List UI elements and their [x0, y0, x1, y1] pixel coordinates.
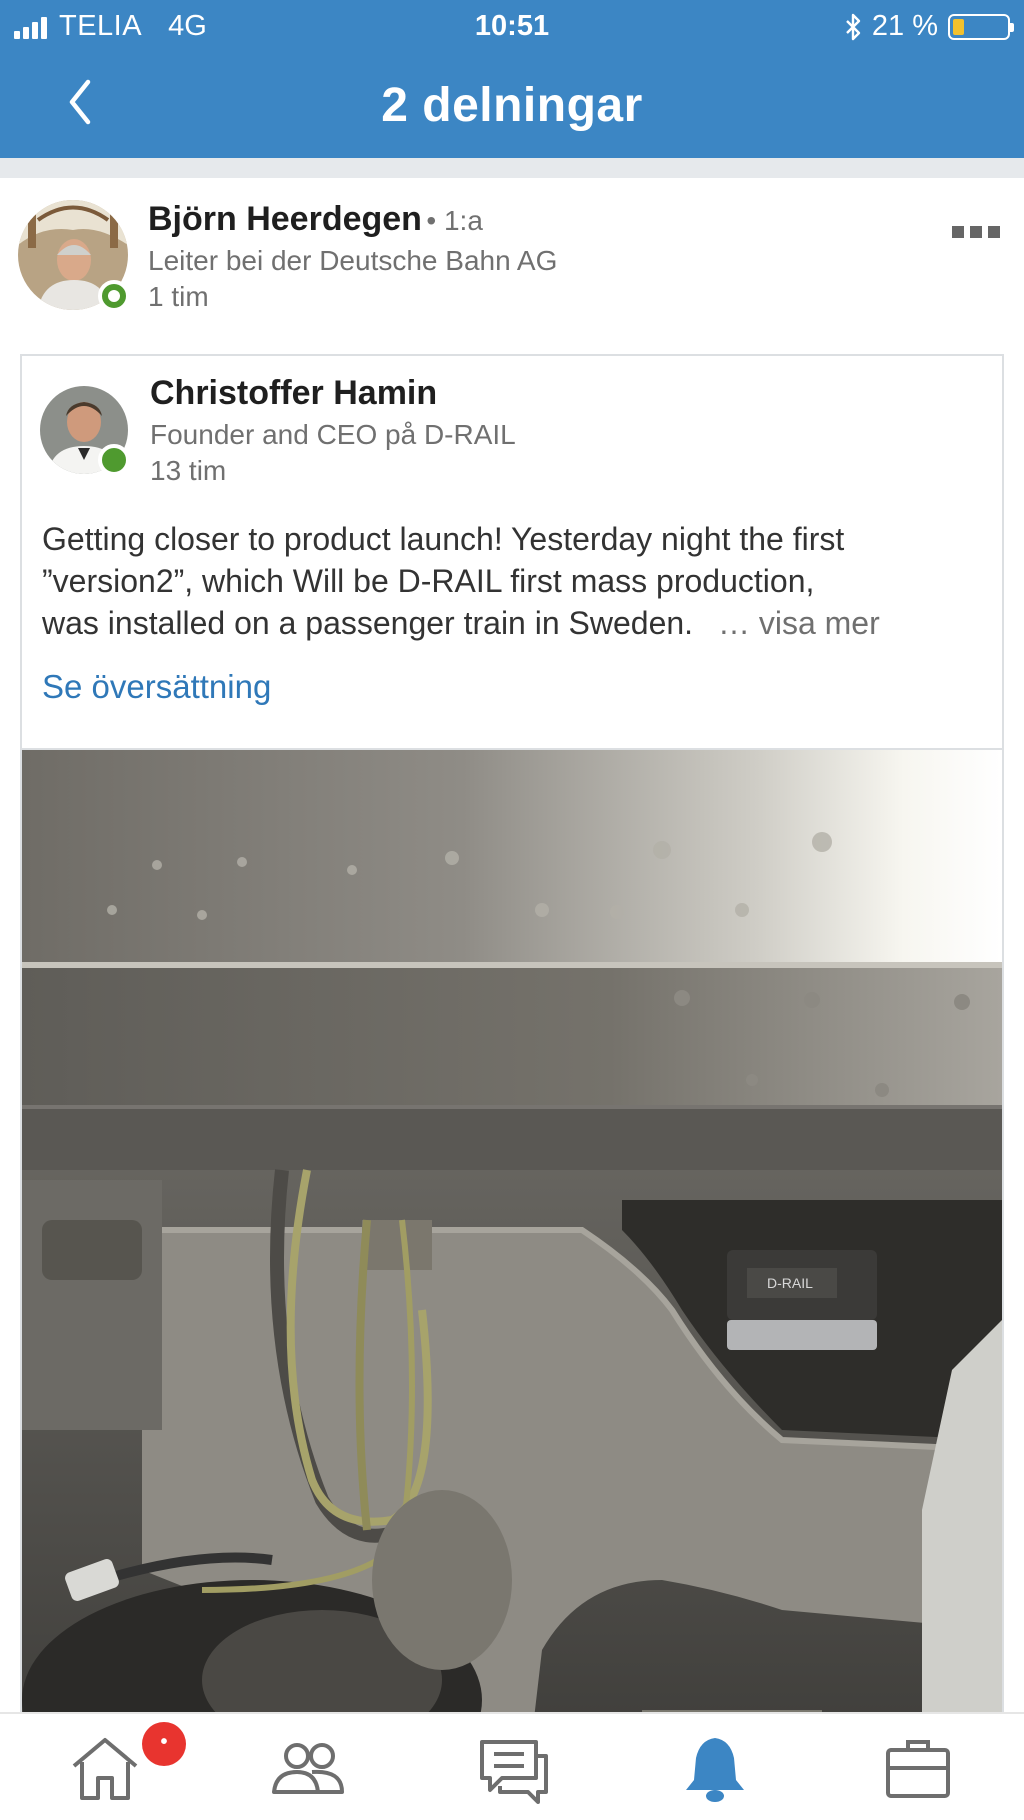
online-status-icon: [98, 280, 130, 312]
more-dot-icon: [970, 226, 982, 238]
post-text-line: Getting closer to product launch! Yester…: [42, 521, 845, 557]
battery-level: [953, 18, 964, 35]
share-time: 1 tim: [148, 281, 209, 312]
bell-icon: [686, 1738, 744, 1802]
tab-jobs[interactable]: [874, 1734, 964, 1804]
messaging-icon: [480, 1740, 548, 1804]
post-time: 13 tim: [150, 455, 227, 486]
bluetooth-icon: [846, 13, 861, 40]
home-icon: [72, 1738, 138, 1800]
status-right: 21 %: [844, 10, 1014, 43]
battery-percent: 21 %: [871, 10, 938, 42]
online-status-icon: [98, 444, 130, 476]
more-dot-icon: [952, 226, 964, 238]
post-text-line: ”version2”, which Will be D-RAIL first m…: [42, 563, 815, 599]
navigation-bar: 2 delningar: [0, 52, 1024, 158]
tab-messaging[interactable]: [466, 1734, 556, 1804]
author-avatar[interactable]: [40, 386, 130, 476]
sharer-headline: Leiter bei der Deutsche Bahn AG: [148, 245, 558, 276]
sharer-info: Björn Heerdegen • 1:a Leiter bei der Deu…: [148, 200, 557, 313]
app-header: TELIA 4G 10:51 21 % 2 delningar: [0, 0, 1024, 158]
translate-link[interactable]: Se översättning: [42, 668, 271, 706]
d-rail-device: D-RAIL: [727, 1250, 877, 1350]
battery-icon: [948, 13, 1014, 40]
post-text-line: was installed on a passenger train in Sw…: [42, 605, 694, 641]
status-bar: TELIA 4G 10:51 21 %: [0, 0, 1024, 52]
connection-degree: • 1:a: [426, 205, 483, 236]
more-options-button[interactable]: [952, 226, 1000, 238]
post-image[interactable]: D-RAIL: [22, 750, 1002, 1820]
bottom-tab-bar: •: [0, 1712, 1024, 1820]
notification-badge: •: [142, 1722, 186, 1766]
tab-my-network[interactable]: [262, 1734, 352, 1804]
author-name[interactable]: Christoffer Hamin: [150, 374, 516, 413]
more-dot-icon: [988, 226, 1000, 238]
post-text-line-last: was installed on a passenger train in Sw…: [42, 602, 1002, 644]
tab-notifications[interactable]: [670, 1734, 760, 1804]
people-icon: [272, 1743, 344, 1794]
briefcase-icon: [886, 1740, 950, 1798]
shared-post-card[interactable]: Christoffer Hamin Founder and CEO på D-R…: [20, 354, 1004, 1820]
see-more-link[interactable]: … visa mer: [718, 605, 880, 641]
device-label: D-RAIL: [767, 1275, 813, 1291]
post-text: Getting closer to product launch! Yester…: [42, 518, 1002, 644]
tab-home[interactable]: [60, 1734, 150, 1804]
page-title: 2 delningar: [381, 79, 643, 132]
sharer-avatar[interactable]: [18, 200, 130, 312]
share-item: Björn Heerdegen • 1:a Leiter bei der Deu…: [0, 178, 1024, 353]
section-divider: [0, 158, 1024, 178]
author-headline: Founder and CEO på D-RAIL: [150, 419, 516, 450]
author-info: Christoffer Hamin Founder and CEO på D-R…: [150, 374, 516, 487]
sharer-name[interactable]: Björn Heerdegen: [148, 200, 422, 238]
